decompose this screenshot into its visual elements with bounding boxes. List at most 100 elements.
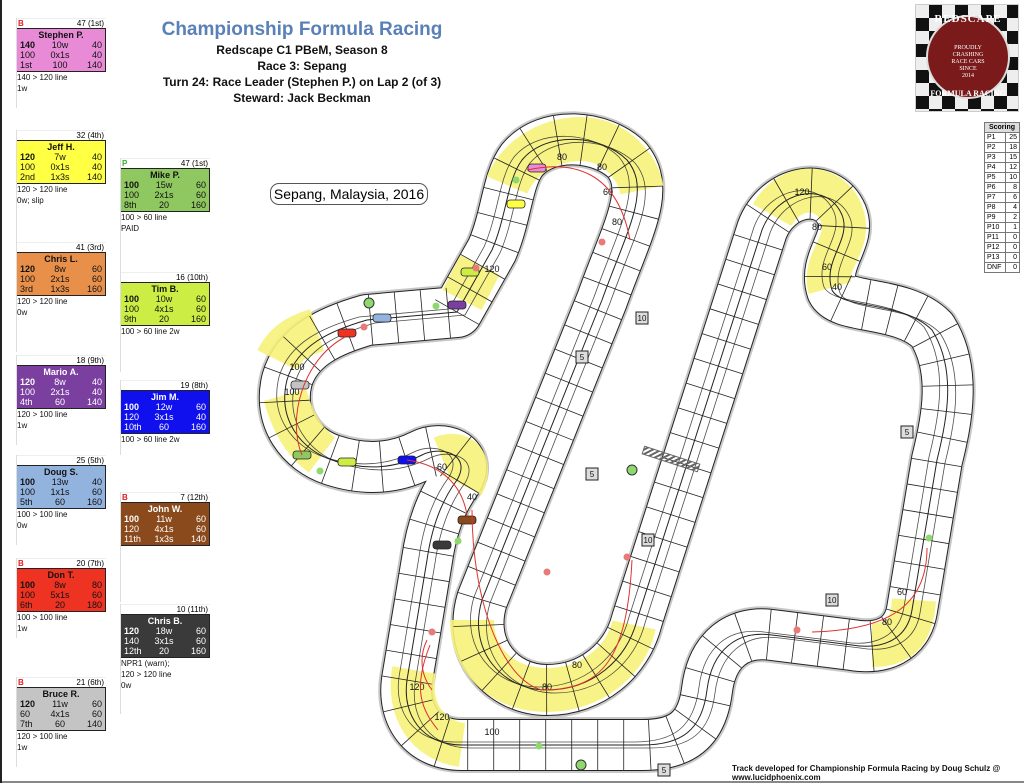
driver-stat-value: 11w: [52, 699, 68, 709]
driver-stat-value: 3x1s: [154, 412, 174, 422]
race-car-icon: [506, 199, 526, 209]
driver-stat-value: 140: [20, 40, 36, 50]
driver-stat-value: 160: [190, 422, 206, 432]
driver-move-note: 120 > 120 line: [121, 670, 172, 679]
driver-move-note: 120 > 120 line: [17, 297, 68, 306]
driver-stat-value: 10th: [124, 422, 142, 432]
card-guide-line: [16, 558, 17, 638]
driver-stat-row: 120 11w 60: [20, 699, 102, 709]
driver-stat-value: 140: [86, 719, 102, 729]
card-guide-line: [16, 677, 17, 767]
driver-stat-value: 12w: [155, 402, 173, 412]
driver-stat-value: 120: [20, 699, 36, 709]
driver-stat-value: 160: [86, 284, 102, 294]
driver-card: B 21 (6th) Bruce R. 120 11w 60 60 4x1s 60 7th 60…: [16, 677, 106, 767]
driver-stat-value: 4x1s: [50, 709, 70, 719]
driver-move-note: 120 > 120 line: [17, 185, 68, 194]
distance-marker-label: 5: [662, 766, 667, 775]
driver-stat-value: 140: [86, 172, 102, 182]
driver-stat-value: 8w: [54, 580, 66, 590]
driver-stat-value: 12th: [124, 646, 142, 656]
driver-stat-value: 9th: [124, 314, 137, 324]
driver-card-header: B 20 (7th): [16, 558, 106, 568]
championship-points: 47 (1st): [180, 159, 208, 168]
penalty-flag: B: [18, 19, 24, 28]
race-car-icon: [372, 313, 392, 323]
driver-card: 18 (9th) Mario A. 120 8w 40 100 2x1s 40 4th 60 14…: [16, 355, 106, 445]
corner-speed-label: 80: [597, 162, 607, 172]
driver-stat-value: 120: [20, 377, 36, 387]
driver-stat-value: 100: [20, 387, 36, 397]
driver-stat-value: 40: [91, 40, 102, 50]
corner-speed-label: 120: [484, 264, 499, 274]
driver-stat-value: 1x3s: [154, 534, 174, 544]
penalty-flag: B: [18, 559, 24, 568]
driver-stat-row: 140 10w 40: [20, 40, 102, 50]
corner-speed-label: 80: [882, 617, 892, 627]
driver-move-note: NPR1 (warn);: [121, 659, 170, 668]
corner-speed-label: 40: [467, 492, 477, 502]
card-guide-line: [120, 492, 121, 602]
driver-stat-value: 6th: [20, 600, 33, 610]
driver-move-note: 1w: [17, 84, 28, 93]
driver-stat-value: 40: [91, 477, 102, 487]
driver-stat-value: 0x1s: [50, 162, 70, 172]
driver-stat-value: 60: [91, 274, 102, 284]
championship-points: 7 (12th): [180, 493, 208, 502]
driver-stat-value: 11th: [124, 534, 141, 544]
championship-points: 47 (1st): [76, 19, 104, 28]
driver-stat-value: 60: [195, 402, 206, 412]
driver-card: 25 (5th) Doug S. 100 13w 40 100 1x1s 60 5th 60 16…: [16, 455, 106, 545]
driver-stat-value: 100: [20, 580, 36, 590]
driver-name: Don T.: [47, 570, 75, 580]
driver-stats-box: Tim B. 100 10w 60 100 4x1s 60 9th 20 160: [120, 282, 210, 326]
driver-move-note: 100 > 60 line: [121, 213, 168, 222]
driver-stat-value: 60: [195, 180, 206, 190]
driver-name: Chris B.: [147, 616, 183, 626]
blocked-space-dot: [472, 264, 480, 272]
distance-marker-label: 5: [580, 353, 585, 362]
driver-stat-value: 8th: [124, 200, 137, 210]
championship-points: 41 (3rd): [75, 243, 104, 252]
open-space-dot: [535, 742, 543, 750]
corner-speed-label: 120: [434, 712, 449, 722]
race-car-icon: [447, 300, 467, 310]
driver-name: Mike P.: [150, 170, 180, 180]
driver-stats-box: Jeff H. 120 7w 40 100 0x1s 40 2nd 1x3s 140: [16, 140, 106, 184]
card-guide-line: [16, 355, 17, 445]
driver-move-note: 100 > 100 line: [17, 613, 68, 622]
driver-stat-value: 60: [195, 636, 206, 646]
driver-stat-row: 1st 100 140: [20, 60, 102, 70]
distance-marker-label: 10: [644, 536, 653, 545]
penalty-flag: B: [18, 678, 24, 687]
driver-stat-value: 180: [86, 600, 102, 610]
driver-stat-row: 100 15w 60: [124, 180, 206, 190]
card-guide-line: [16, 242, 17, 352]
driver-stat-value: 160: [190, 646, 206, 656]
championship-points: 21 (6th): [76, 678, 104, 687]
driver-stat-row: 120 18w 60: [124, 626, 206, 636]
driver-stat-row: 12th 20 160: [124, 646, 206, 656]
driver-stat-value: 120: [124, 626, 140, 636]
driver-stat-value: 100: [20, 162, 36, 172]
driver-stats-box: Chris L. 120 8w 60 100 2x1s 60 3rd 1x3s 160: [16, 252, 106, 296]
corner-speed-label: 80: [612, 217, 622, 227]
race-car-icon: [290, 380, 310, 390]
card-guide-line: [16, 18, 17, 108]
driver-stat-row: 6th 20 180: [20, 600, 102, 610]
corner-speed-label: 80: [572, 660, 582, 670]
open-space-dot: [454, 537, 462, 545]
driver-name: John W.: [147, 504, 183, 514]
driver-stat-value: 140: [86, 60, 102, 70]
distance-marker-label: 10: [828, 596, 837, 605]
driver-stat-value: 100: [124, 294, 140, 304]
driver-stat-row: 100 5x1s 60: [20, 590, 102, 600]
driver-stat-value: 60: [91, 699, 102, 709]
driver-stat-row: 100 10w 60: [124, 294, 206, 304]
driver-stat-value: 60: [54, 719, 65, 729]
driver-stat-value: 60: [54, 397, 65, 407]
driver-stat-row: 100 13w 40: [20, 477, 102, 487]
driver-card-header: B 7 (12th): [120, 492, 210, 502]
distance-marker-label: 5: [905, 428, 910, 437]
driver-card-header: 16 (10th): [120, 272, 210, 282]
